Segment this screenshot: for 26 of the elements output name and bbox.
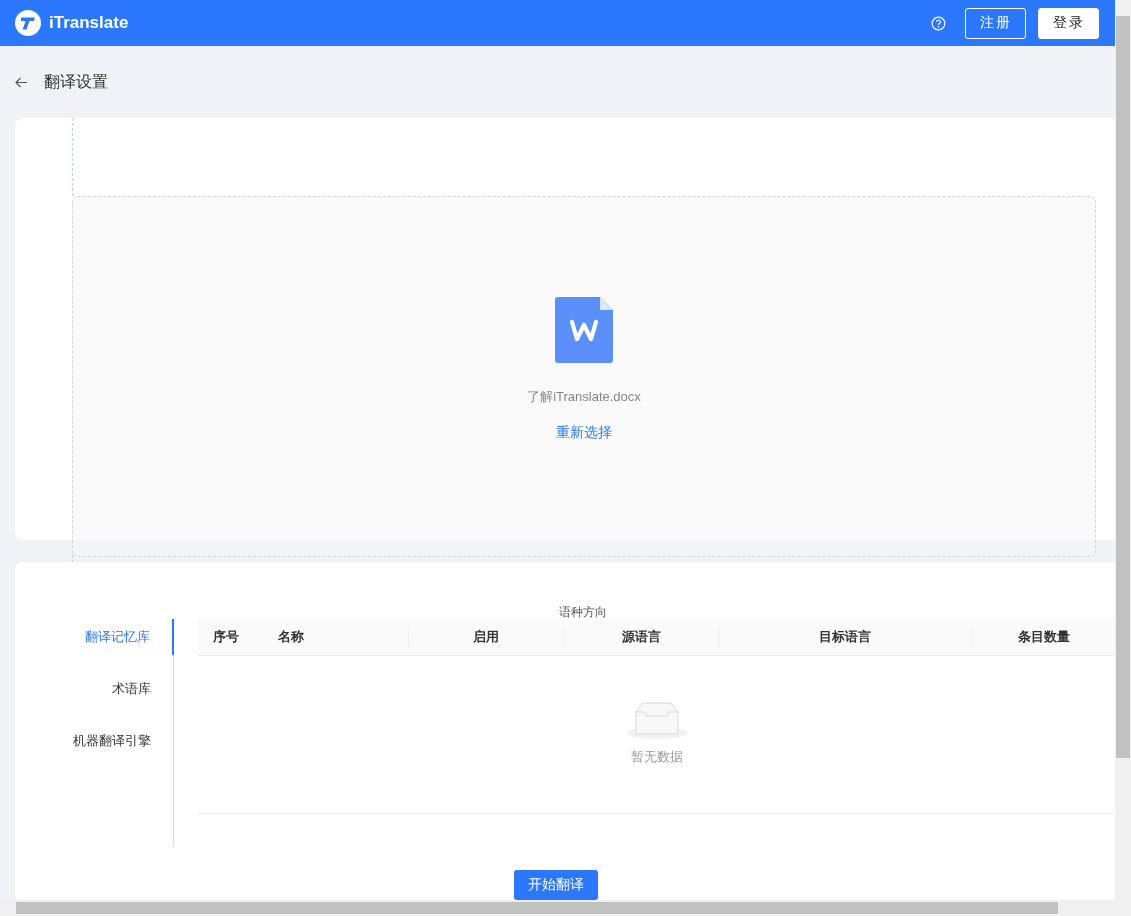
empty-text: 暂无数据 [630, 748, 683, 766]
reselect-link[interactable]: 重新选择 [556, 424, 612, 442]
vertical-scrollbar[interactable] [1115, 0, 1131, 900]
back-arrow-icon[interactable] [15, 76, 28, 88]
settings-tab[interactable]: 术语库 [15, 671, 173, 707]
column-header: 名称 [254, 628, 409, 646]
column-header: 序号 [212, 628, 240, 646]
start-translation-button[interactable]: 开始翻译 [514, 870, 598, 900]
column-header: 启用 [409, 628, 564, 646]
login-button[interactable]: 登录 [1038, 7, 1099, 39]
file-name: 了解iTranslate.docx [527, 388, 641, 406]
column-header: 目标语言 [719, 628, 972, 646]
logo-icon [15, 10, 41, 36]
horizontal-scrollbar[interactable] [0, 900, 1131, 916]
column-header: 条目数量 [1016, 628, 1071, 646]
register-button[interactable]: 注册 [965, 7, 1026, 39]
settings-tab[interactable]: 机器翻译引擎 [15, 723, 173, 759]
column-header: 源语言 [564, 628, 719, 646]
page-title: 翻译设置 [44, 71, 108, 92]
settings-tab[interactable]: 翻译记忆库 [15, 619, 174, 655]
direction-label: 语种方向 [559, 604, 607, 621]
upload-dropzone[interactable]: 了解iTranslate.docx 重新选择 [72, 196, 1096, 557]
word-document-icon [555, 297, 613, 363]
brand-name: iTranslate [49, 13, 129, 33]
empty-inbox-icon [625, 700, 688, 740]
help-icon[interactable] [931, 15, 946, 31]
